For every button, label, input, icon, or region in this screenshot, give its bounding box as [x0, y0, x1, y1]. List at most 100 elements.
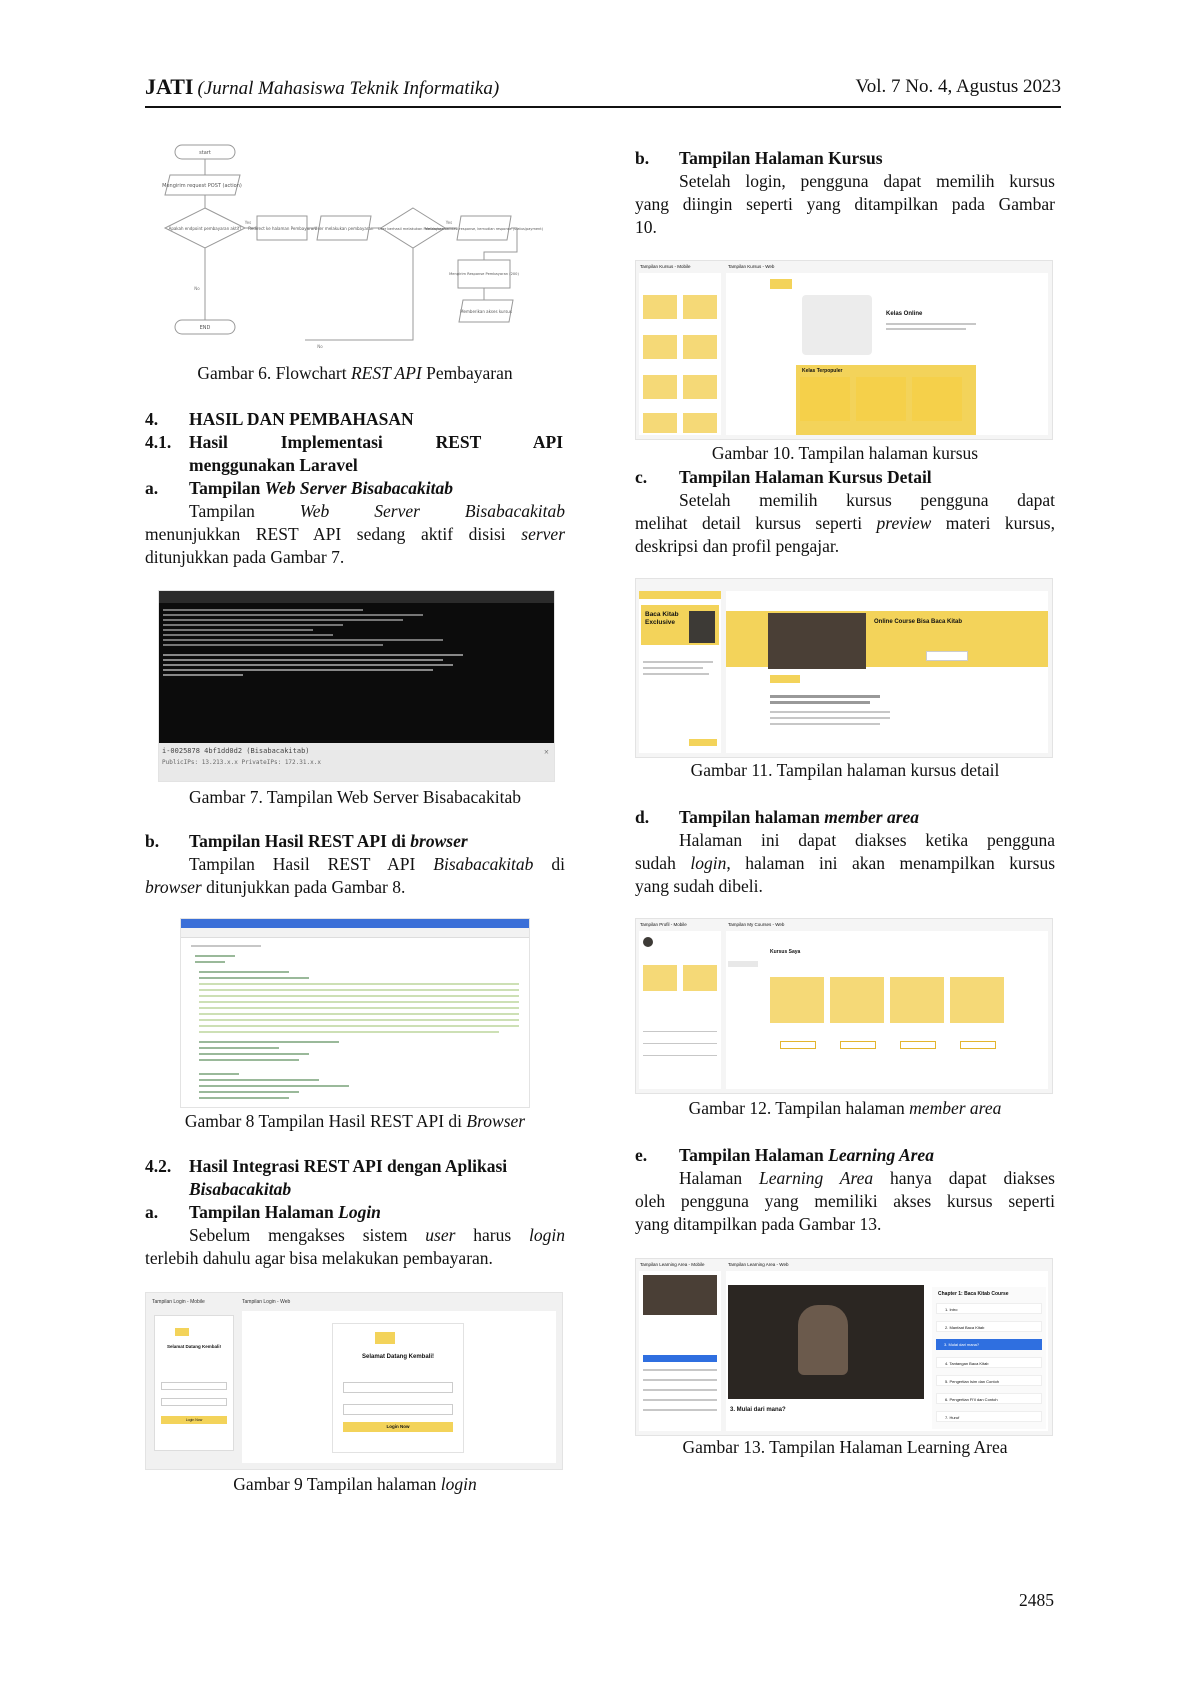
- fig8-caption: Gambar 8 Tampilan Hasil REST API di Brow…: [184, 1111, 526, 1131]
- member-mobile-label: Tampilan Profil - Mobile: [640, 922, 687, 927]
- email-input[interactable]: [343, 1382, 453, 1393]
- flow-no-label-2: No: [317, 344, 323, 349]
- buy-button-web[interactable]: [926, 651, 968, 661]
- flow-n2-label: Apakah endpoint pembayaran aktif?: [169, 226, 242, 231]
- lesson-item[interactable]: 2. Manfaat Baca Kitab: [936, 1321, 1042, 1332]
- right-e-line2: oleh pengguna yang memiliki akses kursus…: [635, 1191, 1055, 1211]
- learning-web-panel: 3. Mulai dari mana? Chapter 1: Baca Kita…: [726, 1271, 1048, 1431]
- para-b-line2: browser ditunjukkan pada Gambar 8.: [145, 877, 406, 897]
- learning-area-screenshot: Tampilan Learning Area - Mobile Tampilan…: [635, 1258, 1053, 1436]
- section-4-1-heading: 4.1. Hasil Implementasi REST API: [145, 432, 563, 452]
- right-b-line3: 10.: [635, 217, 657, 237]
- right-d-line1: Halaman ini dapat diakses ketika penggun…: [679, 830, 1055, 850]
- browser-bookmarks: [181, 928, 529, 938]
- detail-course-title: Online Course Bisa Baca Kitab: [874, 619, 963, 625]
- right-e-heading: e. Tampilan Halaman Learning Area: [635, 1145, 934, 1165]
- flow-yes-label-2: Yes: [445, 220, 452, 225]
- mobile-lesson-active[interactable]: [643, 1355, 717, 1362]
- subsection-b-heading: b. Tampilan Hasil REST API di browser: [145, 831, 468, 851]
- detail-mobile-panel: Baca Kitab Exclusive: [639, 591, 721, 753]
- video-preview[interactable]: [768, 613, 866, 669]
- login-web-label: Tampilan Login - Web: [242, 1299, 291, 1305]
- kelas-online-heading: Kelas Online: [886, 311, 923, 317]
- lesson-item[interactable]: 7. Huruf: [936, 1411, 1042, 1422]
- member-web-label: Tampilan My Courses - Web: [728, 922, 785, 927]
- right-e-line1: Halaman Learning Area hanya dapat diakse…: [679, 1168, 1055, 1188]
- lesson-item-active[interactable]: 3. Mulai dari mana?: [936, 1339, 1042, 1350]
- subsection-a-heading: a. Tampilan Web Server Bisabacakitab: [145, 478, 453, 498]
- kursus-web-panel: Kelas Online Kelas Terpopuler: [726, 273, 1048, 435]
- fig10-caption: Gambar 10. Tampilan halaman kursus: [711, 443, 979, 463]
- right-d-heading: d. Tampilan halaman member area: [635, 807, 920, 827]
- member-mobile-panel: [639, 931, 721, 1089]
- flowchart-figure: start Mengirim request POST (action) Apa…: [162, 144, 544, 349]
- email-field[interactable]: [161, 1382, 227, 1390]
- member-web-panel: Kursus Saya: [726, 931, 1048, 1089]
- subsection-a2-heading: a. Tampilan Halaman Login: [145, 1202, 381, 1222]
- deskripsi-tab[interactable]: [770, 675, 800, 683]
- close-icon[interactable]: ×: [544, 747, 549, 757]
- login-mobile-welcome: Selamat Datang Kembali!: [166, 1344, 221, 1349]
- right-b-heading: b. Tampilan Halaman Kursus: [635, 148, 883, 168]
- kursus-saya-heading: Kursus Saya: [770, 949, 801, 955]
- lesson-item[interactable]: 4. Tantangan Baca Kitab: [936, 1357, 1042, 1368]
- journal-fullname: (Jurnal Mahasiswa Teknik Informatika): [197, 78, 500, 99]
- flow-n6-label: Melakukan validasi response, kemudian re…: [425, 227, 544, 231]
- right-c-heading: c. Tampilan Halaman Kursus Detail: [635, 467, 932, 487]
- flow-n7-label: Mengirim Response Pembayaran (200): [449, 272, 519, 276]
- presenter: [798, 1305, 848, 1375]
- brand-logo-icon: [375, 1332, 395, 1344]
- chapter-title: Chapter 1: Baca Kitab Course: [938, 1291, 1009, 1297]
- learning-mobile-label: Tampilan Learning Area - Mobile: [640, 1262, 705, 1267]
- running-header-left: JATI (Jurnal Mahasiswa Teknik Informatik…: [145, 74, 499, 100]
- fig12-caption: Gambar 12. Tampilan halaman member area: [688, 1098, 1002, 1118]
- chapter-list: Chapter 1: Baca Kitab Course 1. Intro 2.…: [932, 1287, 1046, 1429]
- right-b-line2: yang diingin seperti yang ditampilkan pa…: [635, 194, 1055, 214]
- flow-start-label: start: [199, 150, 211, 156]
- right-e-line3: yang ditampilkan pada Gambar 13.: [635, 1214, 882, 1234]
- avatar: [643, 937, 653, 947]
- fig11-caption: Gambar 11. Tampilan halaman kursus detai…: [690, 760, 1000, 780]
- login-screenshot: Tampilan Login - Mobile Tampilan Login -…: [145, 1292, 563, 1470]
- section-4-2-heading: 4.2. Hasil Integrasi REST API dengan Apli…: [145, 1156, 508, 1176]
- lesson-item[interactable]: 1. Intro: [936, 1303, 1042, 1314]
- course-button-4[interactable]: [960, 1041, 996, 1049]
- fig13-caption: Gambar 13. Tampilan Halaman Learning Are…: [682, 1437, 1008, 1457]
- terminal-footer-1: i-0025878 4bf1dd0d2 (Bisabacakitab): [162, 747, 310, 755]
- lesson-item[interactable]: 5. Pengertian Isim dan Contoh: [936, 1375, 1042, 1386]
- kursus-detail-screenshot: Baca Kitab Exclusive Online Course Bisa …: [635, 578, 1053, 758]
- flow-n4-label: User melakukan pembayaran: [315, 226, 374, 231]
- browser-json-screenshot: [180, 918, 530, 1108]
- video-player[interactable]: [728, 1285, 924, 1399]
- terminal-screenshot: i-0025878 4bf1dd0d2 (Bisabacakitab) Publ…: [158, 590, 555, 782]
- para-a-line3: ditunjukkan pada Gambar 7.: [145, 547, 345, 567]
- login-mobile-button[interactable]: Login Now: [161, 1416, 227, 1424]
- password-field[interactable]: [161, 1398, 227, 1406]
- fig7-caption: Gambar 7. Tampilan Web Server Bisabacaki…: [188, 787, 522, 807]
- fig6-caption: Gambar 6. Flowchart REST API Pembayaran: [197, 363, 513, 383]
- video-subtitle: 3. Mulai dari mana?: [730, 1407, 786, 1413]
- lesson-item[interactable]: 6. Pengertian Fi'il dan Contoh: [936, 1393, 1042, 1404]
- buy-button-mobile[interactable]: [689, 739, 717, 746]
- password-input[interactable]: [343, 1404, 453, 1415]
- mobile-video[interactable]: [643, 1275, 717, 1315]
- learning-mobile-panel: [639, 1271, 721, 1431]
- sidebar-item-kursus[interactable]: [728, 961, 758, 967]
- login-submit-button[interactable]: Login Now: [343, 1422, 453, 1432]
- header-rule: [145, 106, 1061, 108]
- section-4-heading: 4. HASIL DAN PEMBAHASAN: [145, 409, 414, 429]
- course-button-3[interactable]: [900, 1041, 936, 1049]
- flow-yes-label: Yes: [244, 220, 251, 225]
- browser-tabbar: [181, 919, 529, 928]
- logo-icon: [175, 1328, 189, 1336]
- flow-n1-label: Mengirim request POST (action): [162, 183, 242, 189]
- fig9-caption: Gambar 9 Tampilan halaman login: [233, 1474, 477, 1494]
- course-button-1[interactable]: [780, 1041, 816, 1049]
- flow-no-label: No: [194, 286, 200, 291]
- terminal-tabbar: [159, 591, 554, 603]
- hero-illustration: [802, 295, 872, 355]
- login-web-panel: Selamat Datang Kembali! Login Now: [242, 1311, 556, 1463]
- course-button-2[interactable]: [840, 1041, 876, 1049]
- page-number: 2485: [1019, 1590, 1054, 1610]
- detail-mobile-card: Baca Kitab Exclusive: [641, 605, 719, 645]
